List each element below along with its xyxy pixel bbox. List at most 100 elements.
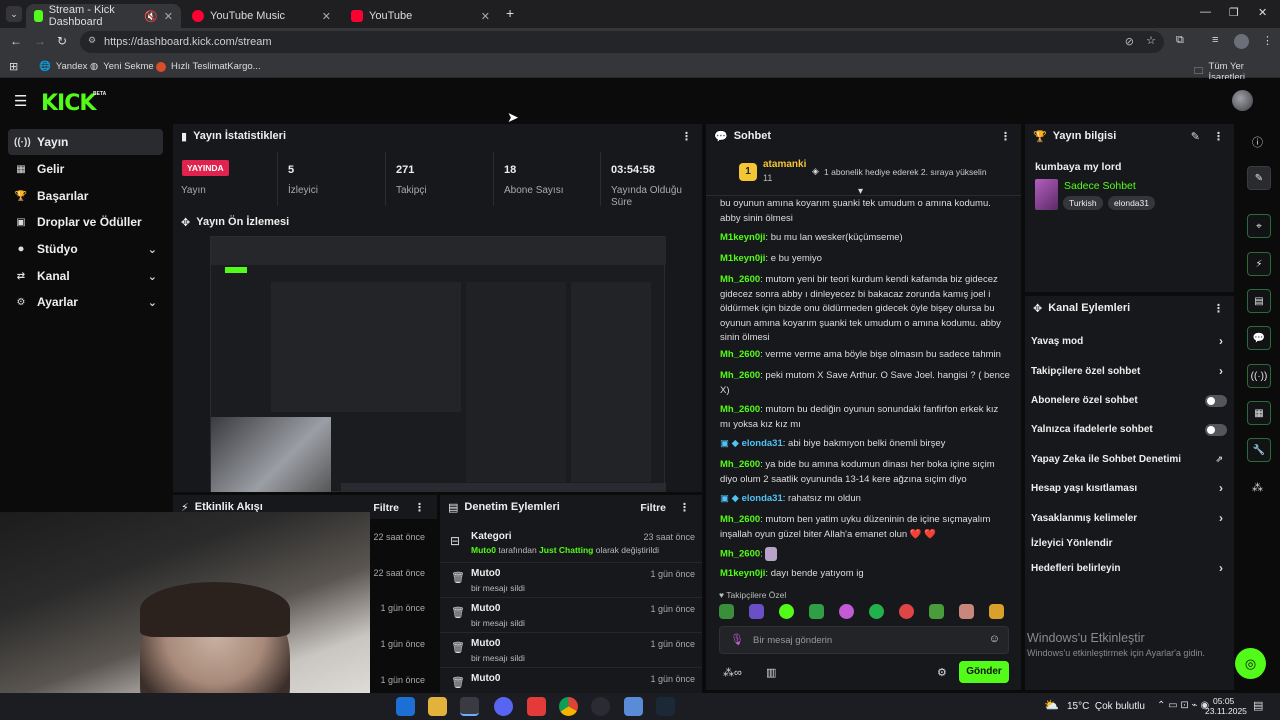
sidebar-item-basarilar[interactable]: 🏆 Başarılar xyxy=(8,183,163,209)
media-icon[interactable]: ≡ xyxy=(1212,34,1218,46)
bookmark-yandex[interactable]: 🌐 Yandex xyxy=(39,61,87,72)
emote-icon[interactable] xyxy=(839,604,854,619)
minimize-button[interactable]: — xyxy=(1200,6,1211,18)
app-network-icon[interactable] xyxy=(624,697,643,716)
browser-menu-icon[interactable]: ⋮ xyxy=(1262,34,1273,47)
close-tab-icon[interactable]: ✕ xyxy=(164,10,173,23)
eye-off-icon[interactable]: ⊘ xyxy=(1125,35,1134,48)
sidebar-item-droplar[interactable]: ▣ Droplar ve Ödüller xyxy=(8,209,163,235)
mute-tab-icon[interactable]: 🔇 xyxy=(144,10,158,23)
apps-grid-icon[interactable]: ⊞ xyxy=(9,60,18,73)
pinned-leaderboard[interactable]: 1 atamanki 11 ◈ 1 abonelik hediye ederek… xyxy=(706,152,1021,197)
notification-icon[interactable]: ▤ xyxy=(1253,699,1263,712)
emote-icon[interactable] xyxy=(989,604,1004,619)
action-banned-words[interactable]: Yasaklanmış kelimeler › xyxy=(1031,511,1231,525)
wrench-quick-button[interactable]: 🔧 xyxy=(1247,438,1271,462)
emote-icon[interactable] xyxy=(779,604,794,619)
quick-action-button[interactable]: ⌖ xyxy=(1247,214,1271,238)
address-bar[interactable]: ⚙ https://dashboard.kick.com/stream ⊘ ☆ xyxy=(80,31,1164,53)
edit-icon[interactable]: ✎ xyxy=(1191,130,1200,143)
chat-settings-icon[interactable]: ⚙ xyxy=(937,666,947,679)
emote-icon[interactable] xyxy=(749,604,764,619)
sidebar-item-ayarlar[interactable]: ⚙ Ayarlar ⌄ xyxy=(8,289,163,315)
bookmark-star-icon[interactable]: ☆ xyxy=(1146,34,1156,47)
category-name[interactable]: Sadece Sohbet xyxy=(1064,180,1136,192)
close-window-button[interactable]: ✕ xyxy=(1258,6,1267,19)
chat-username[interactable]: Mh_2600 xyxy=(720,370,760,381)
action-ai-moderation[interactable]: Yapay Zeka ile Sohbet Denetimi ⇗ xyxy=(1031,454,1231,465)
document-quick-button[interactable]: ▤ xyxy=(1247,289,1271,313)
app-explorer-icon[interactable] xyxy=(428,697,447,716)
sidebar-item-kanal[interactable]: ⇄ Kanal ⌄ xyxy=(8,263,163,289)
subscribers-only-toggle[interactable] xyxy=(1205,395,1227,407)
chat-username[interactable]: M1keyn0ji xyxy=(720,253,765,264)
chat-input[interactable]: 🎙 Bir mesaj gönderin ☺ xyxy=(719,626,1009,654)
bolt-quick-button[interactable]: ⚡ xyxy=(1247,252,1271,276)
edit-layout-button[interactable]: ✎ xyxy=(1247,166,1271,190)
sidebar-item-yayin[interactable]: ((·)) Yayın xyxy=(8,129,163,155)
more-options-icon[interactable]: ⋮ xyxy=(681,130,692,143)
chat-username[interactable]: M1keyn0ji xyxy=(720,568,765,579)
app-mail-icon[interactable] xyxy=(396,697,415,716)
tab-youtube-music[interactable]: YouTube Music ✕ xyxy=(184,4,339,28)
kick-logo[interactable]: KICK xyxy=(41,91,96,116)
action-raid[interactable]: İzleyici Yönlendir xyxy=(1031,538,1231,549)
stream-video[interactable] xyxy=(210,236,666,492)
action-account-age[interactable]: Hesap yaşı kısıtlaması › xyxy=(1031,481,1231,495)
app-obs-icon[interactable] xyxy=(591,697,610,716)
support-chat-button[interactable]: ◎ xyxy=(1235,648,1266,679)
app-chrome-active-icon[interactable] xyxy=(460,697,479,716)
emote-icon[interactable] xyxy=(959,604,974,619)
app-chrome-icon[interactable] xyxy=(559,697,578,716)
chat-username[interactable]: Mh_2600 xyxy=(720,274,760,285)
app-discord-icon[interactable] xyxy=(494,697,513,716)
chat-username[interactable]: elonda31 xyxy=(742,438,783,449)
action-set-goals[interactable]: Hedefleri belirleyin › xyxy=(1031,561,1231,575)
forward-button[interactable]: → xyxy=(34,34,46,48)
clock-time[interactable]: 05:05 xyxy=(1213,696,1234,706)
emoji-icon[interactable]: ☺ xyxy=(989,633,1000,645)
collapse-icon[interactable]: ▾ xyxy=(858,186,863,197)
filter-button[interactable]: Filtre xyxy=(373,502,399,514)
restore-button[interactable]: ❐ xyxy=(1229,6,1239,19)
more-options-icon[interactable]: ⋮ xyxy=(1213,302,1224,315)
tab-kick-dashboard[interactable]: Stream - Kick Dashboard 🔇 ✕ xyxy=(26,4,181,28)
action-subscribers-only[interactable]: Abonelere özel sohbet xyxy=(1031,395,1231,407)
more-options-icon[interactable]: ⋮ xyxy=(1000,130,1011,143)
user-avatar[interactable] xyxy=(1232,90,1253,111)
points-icon[interactable]: ⁂∞ xyxy=(723,666,742,679)
bookmark-new-tab[interactable]: ◍ Yeni Sekme xyxy=(90,61,154,72)
chat-username[interactable]: Mh_2600 xyxy=(720,404,760,415)
emote-icon[interactable] xyxy=(809,604,824,619)
emotes-only-toggle[interactable] xyxy=(1205,424,1227,436)
action-slow-mode[interactable]: Yavaş mod › xyxy=(1031,334,1231,348)
app-steam-icon[interactable] xyxy=(656,697,675,716)
reload-button[interactable]: ↻ xyxy=(57,34,67,48)
emote-icon[interactable] xyxy=(719,604,734,619)
new-tab-button[interactable]: + xyxy=(506,5,514,21)
weather-text[interactable]: 15°C Çok bulutlu xyxy=(1067,701,1145,712)
close-tab-icon[interactable]: ✕ xyxy=(481,10,490,23)
info-icon[interactable]: ⓘ xyxy=(1252,134,1263,150)
profile-avatar[interactable] xyxy=(1234,34,1249,49)
action-emotes-only[interactable]: Yalnızca ifadelerle sohbet xyxy=(1031,424,1231,436)
broadcast-quick-button[interactable]: ((·)) xyxy=(1247,364,1271,388)
chat-username[interactable]: M1keyn0ji xyxy=(720,232,765,243)
filter-button[interactable]: Filtre xyxy=(640,502,666,514)
extensions-icon[interactable]: ⧉ xyxy=(1176,34,1184,47)
back-button[interactable]: ← xyxy=(10,34,22,48)
tab-youtube[interactable]: YouTube ✕ xyxy=(343,4,498,28)
emote-icon[interactable] xyxy=(899,604,914,619)
more-options-icon[interactable]: ⋮ xyxy=(1213,130,1224,143)
chat-username[interactable]: Mh_2600 xyxy=(720,514,760,525)
chat-username[interactable]: Mh_2600 xyxy=(720,459,760,470)
clock-date[interactable]: 23.11.2025 xyxy=(1205,706,1247,716)
bookmark-cargo[interactable]: Hızlı TeslimatKargo... xyxy=(156,61,261,72)
emote-icon[interactable] xyxy=(929,604,944,619)
gift-shop-icon[interactable]: ▥ xyxy=(766,666,776,679)
chat-username[interactable]: Mh_2600 xyxy=(720,349,760,360)
chat-username[interactable]: elonda31 xyxy=(742,493,783,504)
sidebar-item-studyo[interactable]: ⏺ Stüdyo ⌄ xyxy=(8,236,163,262)
send-button[interactable]: Gönder xyxy=(959,661,1009,683)
more-options-icon[interactable]: ⋮ xyxy=(414,501,425,514)
